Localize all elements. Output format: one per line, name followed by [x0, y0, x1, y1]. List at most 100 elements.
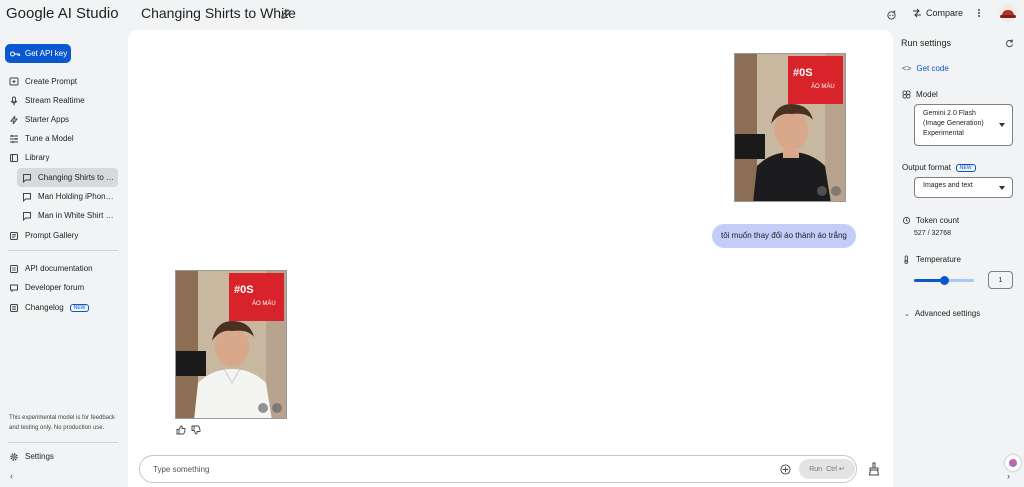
thumbs-down-icon[interactable] — [191, 425, 201, 435]
sidebar-item-tune-model[interactable]: Tune a Model — [0, 129, 120, 148]
sidebar-divider — [8, 442, 118, 443]
model-select[interactable]: Gemini 2.0 Flash (Image Generation) Expe… — [914, 104, 1013, 146]
app-logo[interactable]: Google AI Studio — [6, 5, 119, 22]
prompt-input[interactable]: Type something Run Ctrl ↵ — [139, 455, 857, 483]
more-options-icon[interactable] — [977, 8, 981, 18]
temperature-input[interactable]: 1 — [988, 271, 1013, 289]
sidebar-item-create-prompt[interactable]: Create Prompt — [0, 72, 120, 91]
library-item-changing-shirts[interactable]: Changing Shirts to W... — [17, 168, 118, 187]
avatar[interactable] — [999, 4, 1017, 22]
compare-button[interactable]: Compare — [912, 8, 963, 18]
gallery-icon — [10, 231, 18, 240]
token-count-value: 527 / 32768 — [914, 230, 951, 237]
prompt-title[interactable]: Changing Shirts to White — [141, 5, 296, 21]
tune-icon — [10, 134, 18, 143]
sidebar-item-label: Developer forum — [25, 283, 85, 292]
edit-pencil-icon[interactable] — [280, 8, 292, 20]
gemini-sparkle-icon[interactable] — [1005, 455, 1021, 471]
compare-icon — [913, 8, 921, 18]
sidebar-item-label: Changelog — [25, 303, 64, 312]
get-api-key-button[interactable]: Get API key — [5, 44, 71, 63]
token-icon — [902, 216, 911, 225]
chevron-down-icon: ⌄ — [904, 310, 910, 318]
temperature-slider-thumb[interactable] — [939, 276, 949, 285]
sidebar-item-api-docs[interactable]: API documentation — [0, 259, 120, 278]
svg-text:#0S: #0S — [234, 284, 254, 296]
thumbs-up-icon[interactable] — [176, 425, 186, 435]
bot-spark-icon[interactable] — [886, 9, 897, 20]
temperature-label: Temperature — [916, 255, 961, 264]
get-code-label: Get code — [916, 64, 949, 73]
sidebar-item-developer-forum[interactable]: Developer forum — [0, 278, 120, 297]
library-item-label: Man in White Shirt wit... — [38, 211, 118, 220]
new-badge: NEW — [69, 303, 90, 312]
temperature-section: Temperature — [902, 255, 961, 264]
run-label: Run — [809, 465, 823, 473]
svg-text:ÁO MÀU: ÁO MÀU — [811, 83, 835, 90]
user-uploaded-image[interactable]: #0S ÁO MÀU — [734, 53, 846, 202]
bolt-icon — [9, 115, 19, 124]
chat-icon — [23, 211, 31, 221]
expand-panel-icon[interactable]: › — [1007, 471, 1010, 481]
key-icon — [10, 51, 20, 56]
run-button[interactable]: Run Ctrl ↵ — [799, 459, 855, 479]
collapse-sidebar-icon[interactable]: ‹ — [10, 471, 13, 481]
clear-chat-icon[interactable] — [868, 462, 880, 476]
prompt-input-placeholder: Type something — [153, 465, 210, 474]
add-media-icon[interactable] — [780, 464, 791, 475]
sidebar-item-label: Library — [25, 153, 50, 162]
sidebar-item-library[interactable]: Library — [0, 148, 120, 167]
sidebar-item-label: Tune a Model — [25, 134, 74, 143]
new-badge: NEW — [955, 163, 976, 172]
sidebar-item-starter-apps[interactable]: Starter Apps — [0, 110, 120, 129]
experimental-disclaimer: This experimental model is for feedback … — [9, 415, 116, 431]
forum-icon — [10, 284, 18, 292]
chat-area: #0S ÁO MÀU tôi muốn thay đổi áo thành áo… — [128, 30, 893, 487]
sidebar-item-changelog[interactable]: Changelog NEW — [0, 298, 120, 317]
model-section: Model — [902, 90, 938, 99]
document-icon — [10, 264, 18, 273]
user-message-bubble: tôi muốn thay đổi áo thành áo trắng — [712, 224, 856, 248]
run-settings-panel: Run settings <> Get code Model Gemini 2.… — [893, 30, 1024, 487]
changelog-icon — [10, 303, 18, 312]
output-format-section: Output format NEW — [902, 163, 976, 172]
compare-label: Compare — [926, 8, 964, 18]
generated-image[interactable]: #0S ÁO MÀU — [175, 270, 287, 419]
sidebar-item-label: Prompt Gallery — [25, 231, 79, 240]
chevron-down-icon — [999, 185, 1005, 190]
output-format-value: Images and text — [923, 182, 973, 189]
output-format-label: Output format — [902, 163, 951, 172]
sidebar-item-label: API documentation — [25, 264, 93, 273]
temperature-slider[interactable] — [914, 276, 974, 285]
sidebar-item-settings[interactable]: Settings — [0, 447, 120, 466]
svg-text:#0S: #0S — [793, 67, 813, 79]
sidebar-item-label: Stream Realtime — [25, 96, 85, 105]
sidebar: Get API key Create Prompt Stream Realtim… — [0, 30, 128, 487]
run-shortcut: Ctrl ↵ — [826, 466, 845, 473]
advanced-settings-toggle[interactable]: ⌄ Advanced settings — [904, 309, 980, 318]
output-format-select[interactable]: Images and text — [914, 177, 1013, 198]
code-icon: <> — [902, 64, 912, 73]
library-item-label: Man Holding iPhone 1... — [38, 192, 118, 201]
sidebar-item-stream-realtime[interactable]: Stream Realtime — [0, 91, 120, 110]
token-count-label: Token count — [916, 216, 960, 225]
sidebar-item-label: Starter Apps — [25, 115, 70, 124]
reset-icon[interactable] — [1005, 39, 1014, 48]
get-code-button[interactable]: <> Get code — [902, 64, 949, 73]
get-api-key-label: Get API key — [25, 49, 68, 58]
thermometer-icon — [904, 255, 909, 264]
library-item-man-white-shirt[interactable]: Man in White Shirt wit... — [0, 206, 118, 225]
model-value: Gemini 2.0 Flash (Image Generation) Expe… — [923, 110, 984, 137]
chat-icon — [23, 173, 31, 183]
sidebar-item-prompt-gallery[interactable]: Prompt Gallery — [0, 226, 120, 245]
library-item-man-holding-iphone[interactable]: Man Holding iPhone 1... — [0, 187, 118, 206]
model-icon — [902, 90, 911, 99]
sidebar-divider — [8, 250, 118, 251]
top-bar: Google AI Studio Changing Shirts to Whit… — [0, 0, 1024, 30]
model-label: Model — [916, 90, 938, 99]
run-settings-title: Run settings — [901, 38, 952, 48]
chevron-down-icon — [999, 123, 1005, 127]
photo-man-black-shirt: #0S ÁO MÀU — [735, 54, 845, 201]
sidebar-item-label: Create Prompt — [25, 77, 78, 86]
sidebar-item-label: Settings — [25, 452, 54, 461]
